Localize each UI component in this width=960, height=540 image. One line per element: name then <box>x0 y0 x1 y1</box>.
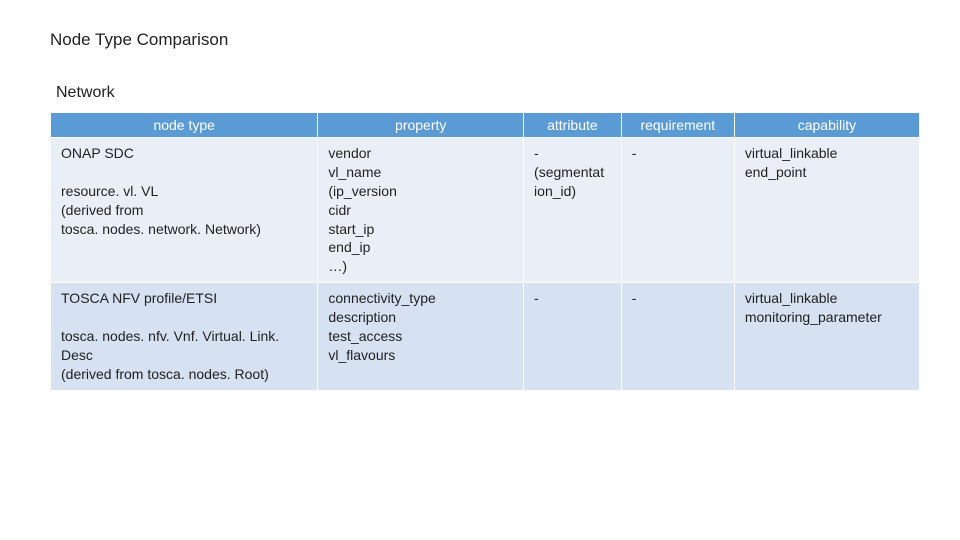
cell-requirement: - <box>621 283 734 390</box>
cell-attribute: - <box>524 283 622 390</box>
table-row: ONAP SDC resource. vl. VL(derived fromto… <box>51 138 920 283</box>
cell-nodetype: ONAP SDC resource. vl. VL(derived fromto… <box>51 138 318 283</box>
th-nodetype: node type <box>51 113 318 138</box>
th-attribute: attribute <box>524 113 622 138</box>
table-row: TOSCA NFV profile/ETSI tosca. nodes. nfv… <box>51 283 920 390</box>
table-header-row: node type property attribute requirement… <box>51 113 920 138</box>
cell-capability: virtual_linkableend_point <box>734 138 919 283</box>
th-requirement: requirement <box>621 113 734 138</box>
cell-requirement: - <box>621 138 734 283</box>
cell-attribute: -(segmentation_id) <box>524 138 622 283</box>
section-subtitle: Network <box>56 84 920 102</box>
cell-property: connectivity_typedescriptiontest_accessv… <box>318 283 524 390</box>
cell-property: vendorvl_name(ip_versioncidrstart_ipend_… <box>318 138 524 283</box>
cell-nodetype: TOSCA NFV profile/ETSI tosca. nodes. nfv… <box>51 283 318 390</box>
comparison-table: node type property attribute requirement… <box>50 112 920 391</box>
cell-capability: virtual_linkablemonitoring_parameter <box>734 283 919 390</box>
th-capability: capability <box>734 113 919 138</box>
th-property: property <box>318 113 524 138</box>
page-title: Node Type Comparison <box>50 30 920 50</box>
